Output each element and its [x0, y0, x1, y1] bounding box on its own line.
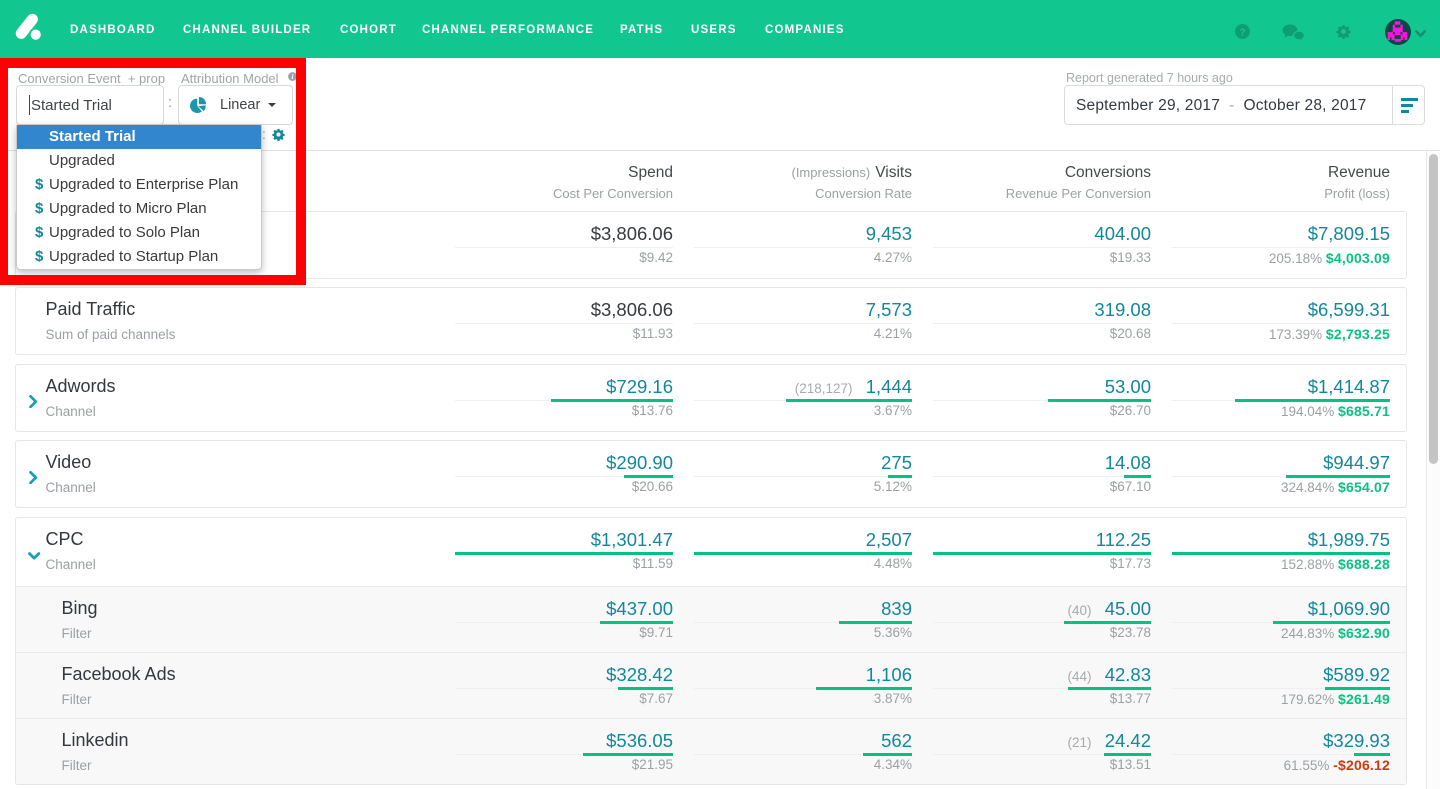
svg-text:?: ?	[1239, 27, 1245, 38]
